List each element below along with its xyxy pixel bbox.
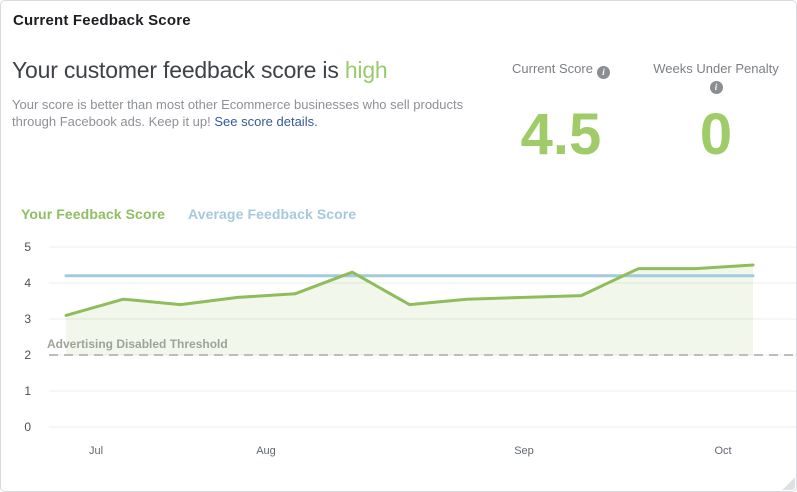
y-axis-tick-label: 0 xyxy=(24,420,31,434)
headline-score-level: high xyxy=(345,57,388,83)
y-axis-tick-label: 5 xyxy=(24,240,31,254)
y-axis-tick-label: 3 xyxy=(24,312,31,326)
info-icon[interactable]: i xyxy=(710,81,723,94)
panel-title: Current Feedback Score xyxy=(13,12,191,29)
feedback-score-chart: 0 1 2 3 4 5 Jul Aug Sep Oct Advertising Disabled T… xyxy=(1,236,797,471)
description-line-2: through Facebook ads. Keep it up! xyxy=(12,114,214,129)
headline-text: Your customer feedback score is xyxy=(12,57,345,83)
y-axis-tick-label: 1 xyxy=(24,384,31,398)
weeks-under-penalty-stat: Weeks Under Penalty i 0 xyxy=(633,60,797,94)
weeks-under-penalty-value: 0 xyxy=(633,106,797,164)
y-axis-tick-label: 2 xyxy=(24,348,31,362)
x-axis-tick-label: Oct xyxy=(714,445,731,457)
x-axis-tick-label: Jul xyxy=(89,445,103,457)
x-axis-tick-label: Aug xyxy=(256,445,276,457)
chart-legend: Your Feedback Score Average Feedback Sco… xyxy=(21,206,356,222)
legend-item-your-feedback-score[interactable]: Your Feedback Score xyxy=(21,206,165,222)
score-headline: Your customer feedback score is high xyxy=(12,57,388,84)
legend-item-average-feedback-score[interactable]: Average Feedback Score xyxy=(188,206,356,222)
threshold-label: Advertising Disabled Threshold xyxy=(47,337,228,351)
current-score-label: Current Score xyxy=(512,61,593,76)
see-score-details-link[interactable]: See score details. xyxy=(214,114,317,129)
current-score-value: 4.5 xyxy=(481,106,641,164)
resize-handle[interactable] xyxy=(781,476,795,490)
weeks-under-penalty-label: Weeks Under Penalty xyxy=(653,61,779,76)
current-score-stat: Current Scorei 4.5 xyxy=(481,60,641,79)
score-description: Your score is better than most other Eco… xyxy=(12,96,482,130)
x-axis-tick-label: Sep xyxy=(514,445,534,457)
description-line-1: Your score is better than most other Eco… xyxy=(12,97,463,112)
current-feedback-score-panel: Current Feedback Score Your customer fee… xyxy=(0,0,797,492)
info-icon[interactable]: i xyxy=(597,66,610,79)
y-axis-tick-label: 4 xyxy=(24,276,31,290)
